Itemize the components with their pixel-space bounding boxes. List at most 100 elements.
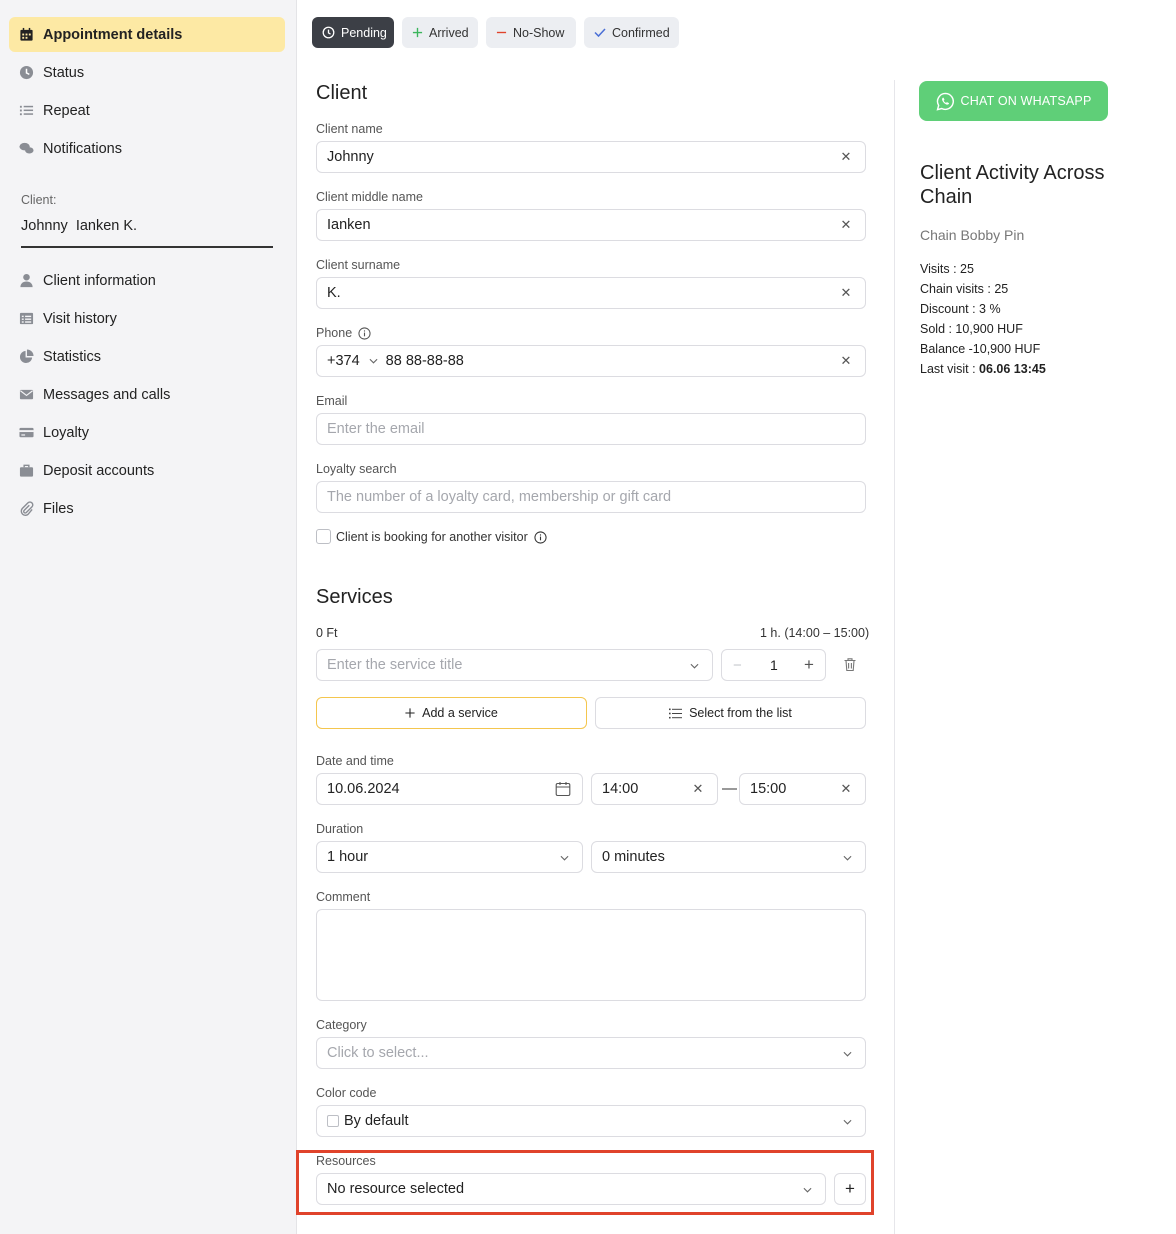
end-time-input[interactable]: 15:00 ✕ [739, 773, 866, 805]
user-icon [18, 273, 34, 289]
duration-minutes-select[interactable]: 0 minutes [591, 841, 866, 873]
whatsapp-chat-button[interactable]: CHAT ON WHATSAPP [919, 81, 1108, 121]
table-icon [18, 311, 34, 327]
color-code-select[interactable]: By default [316, 1105, 866, 1137]
clear-icon[interactable]: ✕ [839, 217, 853, 232]
nav-item-status[interactable]: Status [9, 55, 285, 90]
nav-item-files[interactable]: Files [9, 491, 285, 526]
calendar-icon[interactable] [555, 781, 571, 797]
client-value[interactable]: Johnny Ianken K. [21, 218, 137, 234]
paperclip-icon [18, 501, 34, 517]
client-name-label: Client name [316, 122, 383, 136]
nav-item-statistics[interactable]: Statistics [9, 339, 285, 374]
clear-icon[interactable]: ✕ [839, 353, 853, 368]
color-swatch [327, 1115, 339, 1127]
nav-item-repeat[interactable]: Repeat [9, 93, 285, 128]
duration-label: Duration [316, 822, 364, 836]
date-value: 10.06.2024 [327, 781, 400, 797]
info-icon[interactable] [534, 530, 547, 544]
nav-label: Notifications [43, 140, 122, 157]
nav-label: Deposit accounts [43, 462, 155, 479]
resources-highlight-box [296, 1150, 874, 1215]
end-time-value: 15:00 [750, 781, 787, 797]
pie-chart-icon [18, 349, 34, 365]
category-select[interactable]: Click to select... [316, 1037, 866, 1069]
add-service-button[interactable]: Add a service [316, 697, 587, 729]
quantity-plus-button[interactable]: + [804, 655, 814, 675]
nav-label: Loyalty [43, 424, 89, 441]
quantity-minus-button[interactable]: − [733, 657, 742, 674]
duration-minutes-value: 0 minutes [602, 849, 665, 865]
phone-label: Phone [316, 326, 371, 340]
clear-icon[interactable]: ✕ [691, 781, 705, 796]
chevron-down-icon [841, 1048, 853, 1060]
clear-icon[interactable]: ✕ [839, 285, 853, 300]
phone-country-code[interactable]: +374 [327, 353, 360, 369]
info-icon[interactable] [358, 326, 371, 340]
chat-bubbles-icon [18, 141, 34, 157]
date-input[interactable]: 10.06.2024 [316, 773, 583, 805]
status-label: Arrived [429, 25, 469, 40]
duration-hours-select[interactable]: 1 hour [316, 841, 583, 873]
add-service-label: Add a service [422, 706, 498, 720]
nav-item-notifications[interactable]: Notifications [9, 131, 285, 166]
list-icon [669, 708, 683, 719]
client-middle-name-input[interactable]: Ianken ✕ [316, 209, 866, 241]
status-confirmed-button[interactable]: Confirmed [584, 17, 679, 48]
list-icon [18, 103, 34, 119]
loyalty-search-input[interactable]: The number of a loyalty card, membership… [316, 481, 866, 513]
comment-label: Comment [316, 890, 371, 904]
client-surname-label: Client surname [316, 258, 401, 272]
nav-item-visit-history[interactable]: Visit history [9, 301, 285, 336]
client-name-input[interactable]: Johnny ✕ [316, 141, 866, 173]
chevron-down-icon[interactable] [369, 358, 378, 364]
briefcase-icon [18, 463, 34, 479]
status-noshow-button[interactable]: No-Show [486, 17, 576, 48]
category-label: Category [316, 1018, 367, 1032]
start-time-value: 14:00 [602, 781, 639, 797]
panel-divider [894, 80, 895, 1234]
stat-last-visit: Last visit : 06.06 13:45 [920, 362, 1046, 376]
services-section-title: Services [316, 586, 393, 608]
last-visit-label: Last visit : [920, 362, 980, 376]
nav-item-appointment-details[interactable]: Appointment details [9, 17, 285, 52]
services-duration-summary: 1 h. (14:00 – 15:00) [760, 626, 870, 640]
phone-input[interactable]: +374 88 88-88-88 ✕ [316, 345, 866, 377]
nav-label: Messages and calls [43, 386, 171, 403]
nav-item-loyalty[interactable]: Loyalty [9, 415, 285, 450]
client-surname-input[interactable]: K. ✕ [316, 277, 866, 309]
trash-icon[interactable] [843, 657, 857, 672]
status-arrived-button[interactable]: Arrived [402, 17, 478, 48]
email-input[interactable]: Enter the email [316, 413, 866, 445]
services-price: 0 Ft [316, 626, 338, 640]
client-label: Client: [21, 193, 57, 207]
clock-icon [18, 65, 34, 81]
service-title-select[interactable]: Enter the service title [316, 649, 713, 681]
comment-textarea[interactable] [316, 909, 866, 1001]
service-placeholder: Enter the service title [327, 657, 463, 673]
service-quantity-stepper[interactable]: − 1 + [721, 649, 826, 681]
time-range-dash: — [722, 780, 737, 797]
client-activity-title: Client Activity Across Chain [920, 162, 1105, 208]
input-value: K. [327, 285, 341, 301]
email-label: Email [316, 394, 348, 408]
plus-icon [405, 708, 415, 718]
stat-balance: Balance -10,900 HUF [920, 342, 1041, 356]
another-visitor-checkbox[interactable] [316, 529, 331, 544]
stat-visits: Visits : 25 [920, 262, 974, 276]
select-from-list-button[interactable]: Select from the list [595, 697, 866, 729]
nav-item-messages-and-calls[interactable]: Messages and calls [9, 377, 285, 412]
clear-icon[interactable]: ✕ [839, 781, 853, 796]
nav-item-client-information[interactable]: Client information [9, 263, 285, 298]
nav-label: Visit history [43, 310, 117, 327]
input-value: Johnny [327, 149, 374, 165]
start-time-input[interactable]: 14:00 ✕ [591, 773, 718, 805]
phone-label-text: Phone [316, 326, 353, 340]
sidebar: Appointment details Status Repeat Notifi… [0, 0, 297, 1234]
clear-icon[interactable]: ✕ [839, 149, 853, 164]
nav-label: Status [43, 64, 85, 81]
nav-item-deposit-accounts[interactable]: Deposit accounts [9, 453, 285, 488]
check-icon [594, 27, 606, 38]
clock-icon [322, 26, 335, 39]
status-pending-button[interactable]: Pending [312, 17, 394, 48]
